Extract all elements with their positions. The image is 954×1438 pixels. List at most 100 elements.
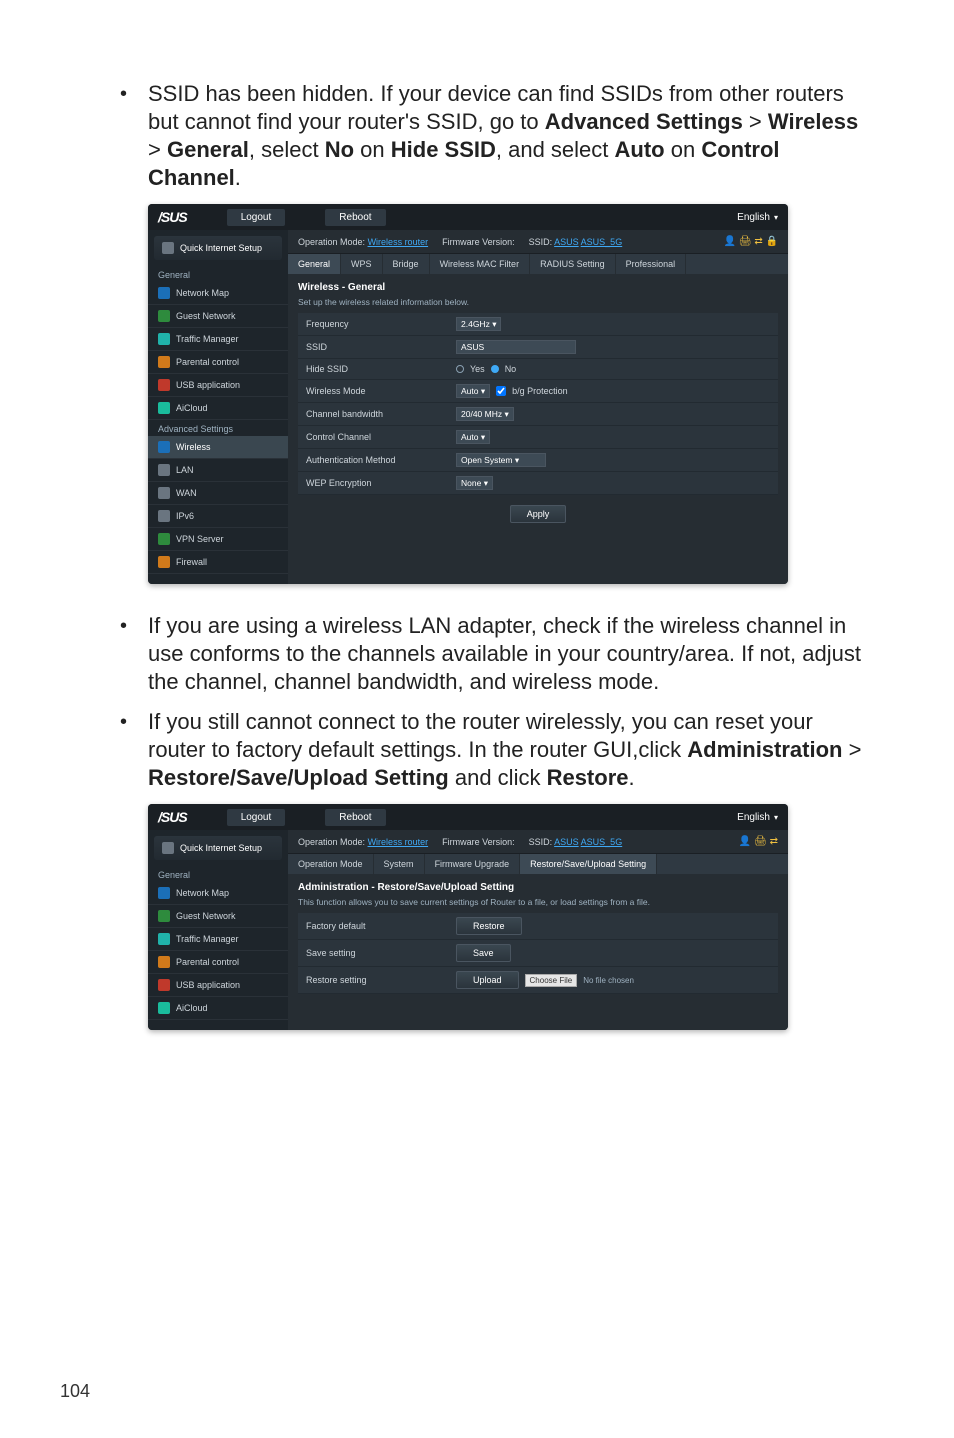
tab-bridge[interactable]: Bridge (383, 254, 430, 274)
logout-button[interactable]: Logout (227, 209, 286, 226)
bandwidth-select[interactable]: 20/40 MHz (456, 407, 514, 421)
wifi-icon (158, 441, 170, 453)
main-panel: Operation Mode: Wireless router Firmware… (288, 230, 788, 584)
apply-button[interactable]: Apply (510, 505, 567, 523)
status-icons: 👤 🖨 ⇄ (739, 836, 778, 847)
tab-mac-filter[interactable]: Wireless MAC Filter (430, 254, 531, 274)
sidebar-item-aicloud[interactable]: AiCloud (148, 397, 288, 420)
sidebar-item-traffic-manager[interactable]: Traffic Manager (148, 928, 288, 951)
sidebar-item-usb-application[interactable]: USB application (148, 974, 288, 997)
label: Network Map (176, 288, 229, 298)
op-mode-link[interactable]: Wireless router (368, 837, 429, 847)
tabs: Operation Mode System Firmware Upgrade R… (288, 854, 788, 874)
channel-select[interactable]: Auto (456, 430, 490, 444)
bg-protection-checkbox[interactable] (496, 386, 506, 396)
logout-button[interactable]: Logout (227, 809, 286, 826)
label: LAN (176, 465, 194, 475)
ssid-24-link[interactable]: ASUS (554, 237, 579, 247)
ssid-24-link[interactable]: ASUS (554, 837, 579, 847)
wep-select[interactable]: None (456, 476, 493, 490)
sidebar-item-network-map[interactable]: Network Map (148, 882, 288, 905)
section-general: General (148, 266, 288, 282)
hide-ssid-no-radio[interactable] (491, 365, 499, 373)
tab-professional[interactable]: Professional (616, 254, 687, 274)
label: AiCloud (176, 403, 208, 413)
tab-wps[interactable]: WPS (341, 254, 383, 274)
panel-subtitle: This function allows you to save current… (298, 897, 778, 907)
reboot-button[interactable]: Reboot (325, 209, 385, 226)
traffic-icon (158, 933, 170, 945)
text: > (842, 737, 861, 762)
label: Authentication Method (298, 450, 448, 470)
tab-operation-mode[interactable]: Operation Mode (288, 854, 374, 874)
no-file-label: No file chosen (583, 976, 634, 985)
sidebar-item-wan[interactable]: WAN (148, 482, 288, 505)
sidebar-item-traffic-manager[interactable]: Traffic Manager (148, 328, 288, 351)
language-dropdown[interactable]: English (737, 212, 778, 223)
sidebar-item-aicloud[interactable]: AiCloud (148, 997, 288, 1020)
label: Network Map (176, 888, 229, 898)
language-dropdown[interactable]: English (737, 812, 778, 823)
sidebar-item-parental-control[interactable]: Parental control (148, 351, 288, 374)
info-bar: Operation Mode: Wireless router Firmware… (288, 830, 788, 854)
label: Frequency (298, 314, 448, 334)
tab-restore-save-upload[interactable]: Restore/Save/Upload Setting (520, 854, 657, 874)
label: Control Channel (298, 427, 448, 447)
fw-label: Firmware Version: (442, 237, 515, 247)
tab-radius[interactable]: RADIUS Setting (530, 254, 616, 274)
sidebar-item-vpn-server[interactable]: VPN Server (148, 528, 288, 551)
upload-button[interactable]: Upload (456, 971, 519, 989)
sidebar-item-parental-control[interactable]: Parental control (148, 951, 288, 974)
op-mode-link[interactable]: Wireless router (368, 237, 429, 247)
hide-ssid-yes-radio[interactable] (456, 365, 464, 373)
status-icons: 👤 🖨 ⇄ 🔒 (724, 236, 778, 247)
label: Parental control (176, 357, 239, 367)
quick-internet-setup[interactable]: Quick Internet Setup (154, 836, 282, 860)
row-channel-bandwidth: Channel bandwidth 20/40 MHz (298, 403, 778, 426)
sidebar-item-ipv6[interactable]: IPv6 (148, 505, 288, 528)
ssid-label: SSID: (529, 837, 553, 847)
usb-icon (158, 979, 170, 991)
mode-select[interactable]: Auto (456, 384, 490, 398)
traffic-icon (158, 333, 170, 345)
usb-icon (158, 379, 170, 391)
sidebar-item-firewall[interactable]: Firewall (148, 551, 288, 574)
bullet-1: • SSID has been hidden. If your device c… (120, 80, 864, 192)
logo: /SUS (158, 209, 187, 225)
label: Traffic Manager (176, 934, 239, 944)
sidebar-item-usb-application[interactable]: USB application (148, 374, 288, 397)
text: . (235, 165, 241, 190)
bullet-2: • If you are using a wireless LAN adapte… (120, 612, 864, 696)
row-wireless-mode: Wireless Mode Auto b/g Protection (298, 380, 778, 403)
globe-icon (158, 487, 170, 499)
label: Save setting (298, 943, 448, 963)
ssid-5-link[interactable]: ASUS_5G (581, 837, 623, 847)
frequency-select[interactable]: 2.4GHz (456, 317, 501, 331)
label: USB application (176, 980, 240, 990)
ssid-5-link[interactable]: ASUS_5G (581, 237, 623, 247)
wand-icon (162, 242, 174, 254)
label: SSID (298, 337, 448, 357)
quick-internet-setup[interactable]: Quick Internet Setup (154, 236, 282, 260)
qis-label: Quick Internet Setup (180, 243, 262, 253)
tab-firmware-upgrade[interactable]: Firmware Upgrade (425, 854, 521, 874)
choose-file-button[interactable]: Choose File (525, 974, 578, 987)
sidebar-item-wireless[interactable]: Wireless (148, 436, 288, 459)
sidebar-item-guest-network[interactable]: Guest Network (148, 905, 288, 928)
restore-button[interactable]: Restore (456, 917, 522, 935)
sidebar-item-lan[interactable]: LAN (148, 459, 288, 482)
tab-general[interactable]: General (288, 254, 341, 274)
sidebar-item-network-map[interactable]: Network Map (148, 282, 288, 305)
panel-restore: Administration - Restore/Save/Upload Set… (288, 874, 788, 1008)
save-button[interactable]: Save (456, 944, 511, 962)
ssid-input[interactable]: ASUS (456, 340, 576, 354)
topbar: /SUS Logout Reboot English (148, 204, 788, 230)
bg-label: b/g Protection (512, 386, 568, 396)
auth-select[interactable]: Open System (456, 453, 546, 467)
ipv6-icon (158, 510, 170, 522)
label: Channel bandwidth (298, 404, 448, 424)
reboot-button[interactable]: Reboot (325, 809, 385, 826)
sidebar-item-guest-network[interactable]: Guest Network (148, 305, 288, 328)
label: USB application (176, 380, 240, 390)
tab-system[interactable]: System (374, 854, 425, 874)
